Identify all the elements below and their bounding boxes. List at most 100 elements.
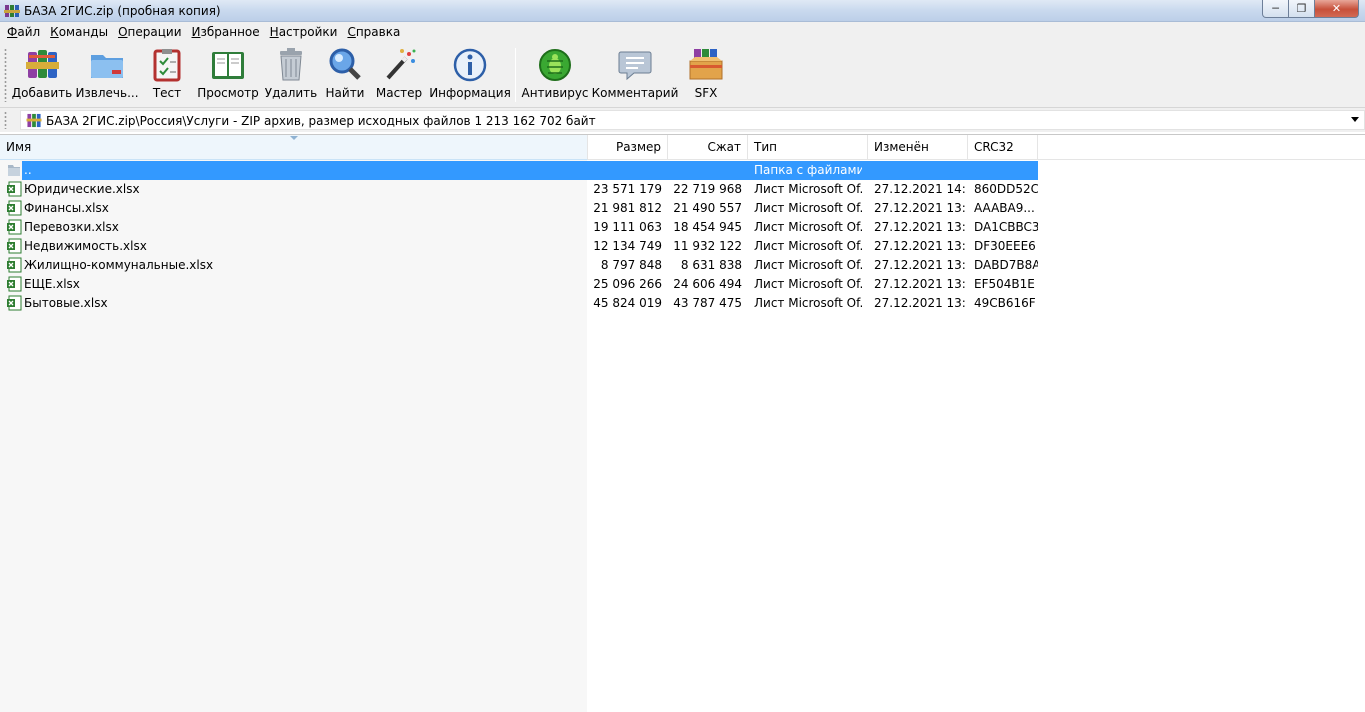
address-bar-grip[interactable] xyxy=(4,111,7,129)
close-icon: ✕ xyxy=(1331,2,1342,15)
list-header: Имя Размер Сжат Тип Изменён CRC32 xyxy=(0,135,1365,160)
table-row[interactable]: Юридические.xlsx 23 571 179 22 719 968 Л… xyxy=(0,180,1365,199)
search-icon xyxy=(329,48,361,80)
info-icon xyxy=(453,48,487,82)
extract-folder-icon xyxy=(91,55,123,78)
comment-button[interactable]: Комментарий xyxy=(592,46,678,104)
column-header-size[interactable]: Размер xyxy=(588,135,668,160)
find-label: Найти xyxy=(325,86,365,100)
table-row[interactable]: Бытовые.xlsx 45 824 019 43 787 475 Лист … xyxy=(0,294,1365,313)
excel-file-icon xyxy=(7,238,22,254)
minimize-button[interactable]: ─ xyxy=(1262,0,1289,18)
file-modified: 27.12.2021 13:46 xyxy=(874,277,966,291)
menu-settings[interactable]: Настройки xyxy=(265,22,343,42)
wizard-label: Мастер xyxy=(375,86,423,100)
column-header-name[interactable]: Имя xyxy=(0,135,588,160)
file-type: Лист Microsoft Of... xyxy=(754,201,862,215)
parent-folder-row[interactable]: .. Папка с файлами xyxy=(0,161,1365,180)
menu-commands-label: оманды xyxy=(58,25,109,39)
close-button[interactable]: ✕ xyxy=(1315,0,1359,18)
file-crc: 860DD52C xyxy=(974,182,1038,196)
file-packed: 21 490 557 xyxy=(673,201,742,215)
add-button[interactable]: Добавить xyxy=(12,46,72,104)
table-row[interactable]: Жилищно-коммунальные.xlsx 8 797 848 8 63… xyxy=(0,256,1365,275)
file-name: Перевозки.xlsx xyxy=(24,220,119,234)
file-type: Лист Microsoft Of... xyxy=(754,220,862,234)
archive-icon xyxy=(26,113,42,128)
table-row[interactable]: Финансы.xlsx 21 981 812 21 490 557 Лист … xyxy=(0,199,1365,218)
excel-file-icon xyxy=(7,257,22,273)
file-type: Лист Microsoft Of... xyxy=(754,239,862,253)
menu-favorites[interactable]: Избранное xyxy=(187,22,265,42)
excel-file-icon xyxy=(7,200,22,216)
file-modified: 27.12.2021 13:51 xyxy=(874,239,966,253)
file-size: 21 981 812 xyxy=(593,201,662,215)
file-type: Лист Microsoft Of... xyxy=(754,277,862,291)
column-header-modified[interactable]: Изменён xyxy=(868,135,968,160)
menu-operations[interactable]: Операции xyxy=(113,22,186,42)
menu-commands[interactable]: Команды xyxy=(45,22,113,42)
test-label: Тест xyxy=(152,86,182,100)
window-controls: ─ ❐ ✕ xyxy=(1262,0,1359,18)
file-packed: 8 631 838 xyxy=(680,258,742,272)
menu-commands-accel: К xyxy=(50,25,59,39)
file-modified: 27.12.2021 13:53 xyxy=(874,220,966,234)
menu-operations-accel: О xyxy=(118,25,128,39)
menu-file-accel: Ф xyxy=(7,25,18,39)
menu-settings-accel: Н xyxy=(269,25,279,39)
file-type: Лист Microsoft Of... xyxy=(754,182,862,196)
file-size: 25 096 266 xyxy=(593,277,662,291)
info-button[interactable]: Информация xyxy=(429,46,511,104)
delete-button[interactable]: Удалить xyxy=(264,46,318,104)
table-row[interactable]: Недвижимость.xlsx 12 134 749 11 932 122 … xyxy=(0,237,1365,256)
find-button[interactable]: Найти xyxy=(324,46,366,104)
menu-bar: Файл Команды Операции Избранное Настройк… xyxy=(0,22,1365,42)
winrar-app-icon xyxy=(4,5,20,17)
file-size: 12 134 749 xyxy=(593,239,662,253)
file-crc: DA1CBBC3 xyxy=(974,220,1038,234)
view-book-icon xyxy=(212,52,244,79)
file-size: 8 797 848 xyxy=(600,258,662,272)
toolbar-grip[interactable] xyxy=(4,48,7,102)
file-crc: DF30EEE6 xyxy=(974,239,1036,253)
extract-button[interactable]: Извлечь... xyxy=(75,46,139,104)
menu-operations-label: перации xyxy=(127,25,182,39)
file-list[interactable]: Имя Размер Сжат Тип Изменён CRC32 .. Пап… xyxy=(0,134,1365,712)
delete-label: Удалить xyxy=(264,86,318,100)
file-size: 45 824 019 xyxy=(593,296,662,310)
table-row[interactable]: ЕЩЕ.xlsx 25 096 266 24 606 494 Лист Micr… xyxy=(0,275,1365,294)
address-path: БАЗА 2ГИС.zip\Россия\Услуги - ZIP архив,… xyxy=(46,114,596,128)
magic-wand-icon xyxy=(386,49,416,80)
maximize-button[interactable]: ❐ xyxy=(1289,0,1315,18)
file-name: Финансы.xlsx xyxy=(24,201,109,215)
file-packed: 24 606 494 xyxy=(673,277,742,291)
view-button[interactable]: Просмотр xyxy=(197,46,259,104)
file-packed: 43 787 475 xyxy=(673,296,742,310)
file-crc: EF504B1E xyxy=(974,277,1035,291)
sfx-button[interactable]: SFX xyxy=(684,46,728,104)
column-header-crc[interactable]: CRC32 xyxy=(968,135,1038,160)
wizard-button[interactable]: Мастер xyxy=(376,46,422,104)
file-type: Лист Microsoft Of... xyxy=(754,296,862,310)
menu-help[interactable]: Справка xyxy=(342,22,405,42)
sfx-label: SFX xyxy=(694,86,718,100)
column-header-type[interactable]: Тип xyxy=(748,135,868,160)
column-header-name-label: Имя xyxy=(6,140,32,154)
menu-settings-label: астройки xyxy=(278,25,338,39)
add-archive-icon xyxy=(26,50,59,78)
address-field[interactable]: БАЗА 2ГИС.zip\Россия\Услуги - ZIP архив,… xyxy=(20,110,1365,130)
window-title: БАЗА 2ГИС.zip (пробная копия) xyxy=(24,4,221,18)
file-packed: 22 719 968 xyxy=(673,182,742,196)
file-name: ЕЩЕ.xlsx xyxy=(24,277,80,291)
extract-label: Извлечь... xyxy=(75,86,139,100)
menu-favorites-label: збранное xyxy=(200,25,260,39)
address-dropdown-icon[interactable] xyxy=(1351,117,1359,122)
table-row[interactable]: Перевозки.xlsx 19 111 063 18 454 945 Лис… xyxy=(0,218,1365,237)
column-header-packed[interactable]: Сжат xyxy=(668,135,748,160)
menu-file[interactable]: Файл xyxy=(2,22,45,42)
file-packed: 11 932 122 xyxy=(673,239,742,253)
test-button[interactable]: Тест xyxy=(146,46,188,104)
file-packed: 18 454 945 xyxy=(673,220,742,234)
antivirus-button[interactable]: Антивирус xyxy=(521,46,589,104)
view-label: Просмотр xyxy=(197,86,259,100)
